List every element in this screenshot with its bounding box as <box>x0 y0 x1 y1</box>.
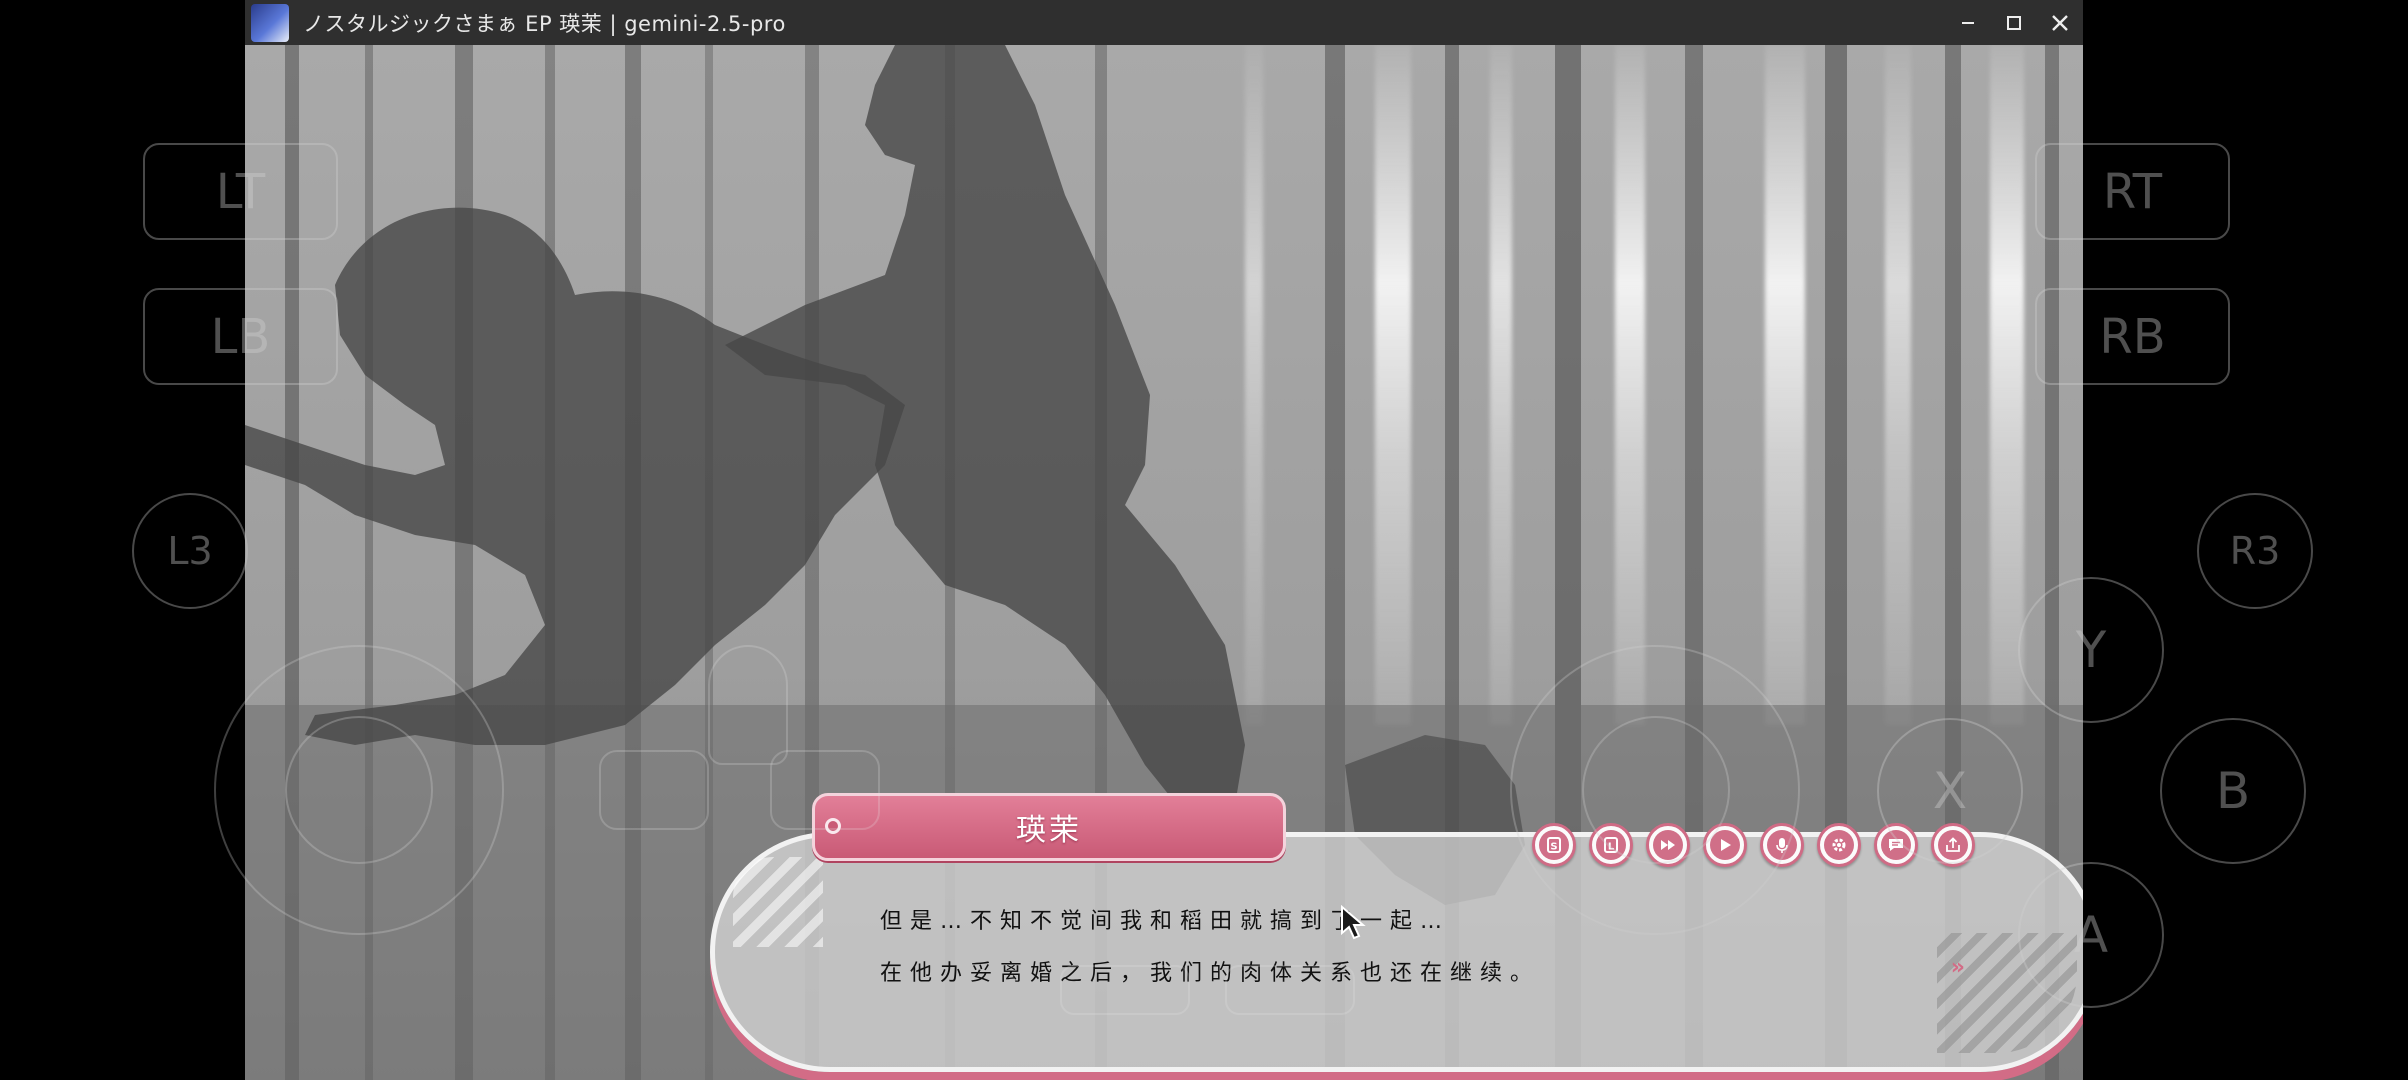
title-bar: ノスタルジックさまぁ EP 瑛茉 | gemini-2.5-pro <box>245 0 2083 45</box>
dpad-up-ghost <box>708 645 788 765</box>
l3-button[interactable]: L3 <box>132 493 248 609</box>
rb-button[interactable]: RB <box>2035 288 2230 385</box>
decorative-stripes <box>733 857 823 947</box>
app-icon <box>251 3 289 42</box>
lt-button[interactable]: LT <box>143 143 338 240</box>
r3-button[interactable]: R3 <box>2197 493 2313 609</box>
minimize-button[interactable] <box>1945 0 1991 45</box>
dialogue-line-2: 在他办妥离婚之后，我们的肉体关系也还在继续。 <box>880 961 1541 986</box>
lb-button[interactable]: LB <box>143 288 338 385</box>
maximize-icon <box>2007 15 2021 30</box>
config-button[interactable] <box>1817 823 1861 867</box>
a-button[interactable]: A <box>2018 862 2164 1008</box>
mouse-cursor-icon <box>1341 905 1366 940</box>
speaker-name: 瑛茉 <box>1016 813 1082 848</box>
right-stick-knob[interactable] <box>1582 716 1730 864</box>
dpad-right-ghost <box>770 750 880 830</box>
x-button[interactable]: X <box>1877 718 2023 864</box>
dialogue-box[interactable]: 但是…不知不觉间我和稻田就搞到了一起… 在他办妥离婚之后，我们的肉体关系也还在继… <box>710 832 2083 1072</box>
game-window: ノスタルジックさまぁ EP 瑛茉 | gemini-2.5-pro 瑛茉 但是…… <box>245 0 2083 1080</box>
speaker-name-bar: 瑛茉 <box>812 793 1286 861</box>
minimize-icon <box>1962 21 1974 24</box>
gear-icon <box>1832 838 1846 852</box>
close-icon <box>2052 14 2068 31</box>
maximize-button[interactable] <box>1991 0 2037 45</box>
left-stick-knob[interactable] <box>285 716 433 864</box>
back-button-ghost <box>1060 965 1190 1015</box>
screen: ノスタルジックさまぁ EP 瑛茉 | gemini-2.5-pro 瑛茉 但是…… <box>0 0 2408 1080</box>
window-controls <box>1945 0 2083 45</box>
y-button[interactable]: Y <box>2018 577 2164 723</box>
next-page-indicator[interactable]: » <box>1951 955 1965 980</box>
close-button[interactable] <box>2037 0 2083 45</box>
window-title: ノスタルジックさまぁ EP 瑛茉 | gemini-2.5-pro <box>303 11 786 36</box>
b-button[interactable]: B <box>2160 718 2306 864</box>
dpad-left-ghost <box>599 750 709 830</box>
start-button-ghost <box>1225 965 1355 1015</box>
rt-button[interactable]: RT <box>2035 143 2230 240</box>
